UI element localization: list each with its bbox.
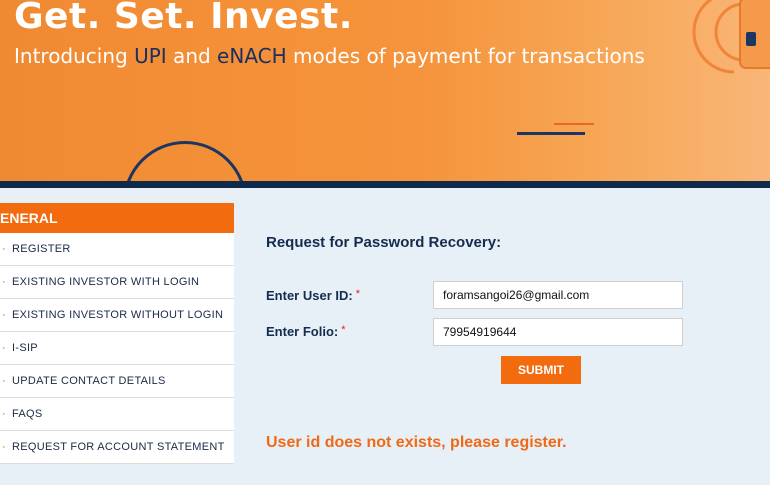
bullet-icon: · — [2, 375, 6, 387]
sidebar-item-label: I-SIP — [12, 342, 38, 354]
folio-input[interactable] — [433, 318, 683, 346]
sidebar-item-label: REQUEST FOR ACCOUNT STATEMENT — [12, 441, 225, 453]
banner-subtitle: Introducing UPI and eNACH modes of payme… — [14, 44, 645, 68]
banner-subtitle-upi: UPI — [134, 44, 167, 68]
bullet-icon: · — [2, 243, 6, 255]
banner-divider — [0, 181, 770, 188]
sidebar-item-label: FAQS — [12, 408, 43, 420]
bullet-icon: · — [2, 276, 6, 288]
sidebar-item-label: UPDATE CONTACT DETAILS — [12, 375, 166, 387]
user-id-input[interactable] — [433, 281, 683, 309]
user-id-label: Enter User ID: * — [266, 288, 360, 303]
sidebar-header-label: ENERAL — [0, 210, 58, 226]
bullet-icon: · — [2, 408, 6, 420]
folio-label-text: Enter Folio: — [266, 324, 339, 339]
banner-decor-line-accent — [554, 123, 594, 125]
submit-button[interactable]: SUBMIT — [501, 356, 581, 384]
bullet-icon: · — [2, 342, 6, 354]
sidebar-item-label: REGISTER — [12, 243, 71, 255]
sidebar-item-register[interactable]: · REGISTER — [0, 233, 234, 266]
payment-card-graphic — [692, 0, 770, 74]
sidebar-item-update-contact-details[interactable]: · UPDATE CONTACT DETAILS — [0, 365, 234, 398]
banner-subtitle-enach: eNACH — [217, 44, 287, 68]
bullet-icon: · — [2, 441, 6, 453]
sidebar-item-existing-investor-without-login[interactable]: · EXISTING INVESTOR WITHOUT LOGIN — [0, 299, 234, 332]
sidebar-item-existing-investor-with-login[interactable]: · EXISTING INVESTOR WITH LOGIN — [0, 266, 234, 299]
bullet-icon: · — [2, 309, 6, 321]
banner-decor-line — [517, 132, 585, 135]
sidebar-item-faqs[interactable]: · FAQS — [0, 398, 234, 431]
banner-title: Get. Set. Invest. — [14, 0, 353, 37]
sidebar-item-label: EXISTING INVESTOR WITHOUT LOGIN — [12, 309, 224, 321]
sidebar-nav: ENERAL · REGISTER · EXISTING INVESTOR WITH… — [0, 203, 234, 464]
form-title: Request for Password Recovery: — [266, 234, 502, 251]
required-marker: * — [355, 288, 360, 300]
user-id-label-text: Enter User ID: — [266, 288, 353, 303]
sidebar-item-label: EXISTING INVESTOR WITH LOGIN — [12, 276, 200, 288]
error-message: User id does not exists, please register… — [266, 434, 567, 451]
banner-subtitle-pre: Introducing — [14, 44, 135, 68]
banner-decor-arc — [123, 141, 247, 181]
promo-banner: Get. Set. Invest. Introducing UPI and eN… — [0, 0, 770, 181]
folio-label: Enter Folio: * — [266, 324, 346, 339]
banner-subtitle-mid: and — [166, 44, 218, 68]
sidebar-item-request-account-statement[interactable]: · REQUEST FOR ACCOUNT STATEMENT — [0, 431, 234, 464]
banner-subtitle-post: modes of payment for transactions — [286, 44, 645, 68]
sidebar-header: ENERAL — [0, 203, 234, 233]
required-marker: * — [341, 324, 346, 336]
sidebar-item-isip[interactable]: · I-SIP — [0, 332, 234, 365]
